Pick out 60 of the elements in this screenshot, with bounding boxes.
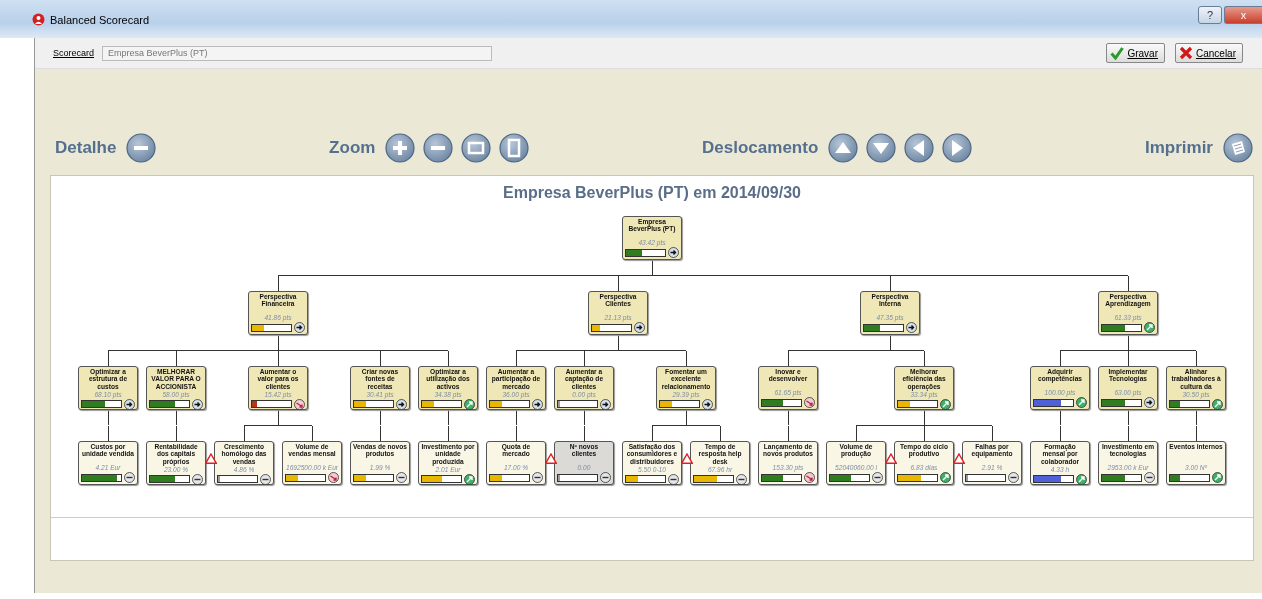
- scroll-down-button[interactable]: [866, 133, 897, 163]
- toolbar-label: Deslocamento: [702, 138, 819, 158]
- scroll-left-button[interactable]: [904, 133, 935, 163]
- toolbar-label: Detalhe: [55, 138, 117, 158]
- minus-icon: [396, 472, 407, 483]
- minus-icon: [1144, 472, 1155, 483]
- help-button[interactable]: ?: [1198, 6, 1222, 24]
- save-button[interactable]: Gravar: [1106, 43, 1165, 63]
- minus-icon: [260, 473, 271, 485]
- arrow-up-right-icon: [464, 473, 475, 485]
- cancel-button[interactable]: Cancelar: [1174, 43, 1243, 63]
- arrow-right-icon: [192, 398, 203, 410]
- print-button[interactable]: [1223, 133, 1253, 163]
- fit-width-button[interactable]: [461, 133, 492, 163]
- window-title: Balanced Scorecard: [50, 13, 150, 26]
- arrow-right-icon: [124, 398, 135, 410]
- minus-icon: [124, 472, 135, 483]
- minus-icon: [736, 473, 747, 485]
- arrow-right-icon: [668, 247, 679, 258]
- arrow-right-icon: [532, 398, 543, 410]
- arrow-right-icon: [294, 322, 305, 333]
- arrow-up-right-icon: [940, 398, 951, 410]
- arrow-up-right-icon: [1212, 398, 1223, 410]
- arrow-down-right-icon: [804, 472, 815, 483]
- arrow-down-right-icon: [328, 472, 339, 483]
- arrow-up-right-icon: [464, 398, 475, 410]
- check-icon: [1110, 46, 1125, 60]
- toolbar-label: Zoom: [329, 138, 376, 158]
- scorecard-field[interactable]: Empresa BeverPlus (PT): [102, 45, 493, 61]
- map-title: Empresa BeverPlus (PT) em 2014/09/30: [502, 183, 802, 203]
- arrow-right-icon: [396, 398, 407, 410]
- scroll-right-button[interactable]: [942, 133, 973, 163]
- close-icon: [1178, 46, 1193, 60]
- minus-icon: [532, 472, 543, 483]
- arrow-right-icon: [1144, 397, 1155, 408]
- app-icon: [32, 13, 45, 26]
- fit-height-button[interactable]: [499, 133, 530, 163]
- zoom-in-button[interactable]: [385, 133, 416, 163]
- minus-icon: [192, 473, 203, 485]
- minus-icon: [668, 473, 679, 485]
- arrow-down-right-icon: [804, 397, 815, 408]
- arrow-up-right-icon: [1144, 322, 1155, 333]
- arrow-right-icon: [600, 398, 611, 410]
- arrow-right-icon: [634, 322, 645, 333]
- arrow-up-right-icon: [940, 472, 951, 483]
- close-button[interactable]: x: [1224, 6, 1262, 24]
- minus-icon: [872, 472, 883, 483]
- arrow-up-right-icon: [1076, 397, 1087, 408]
- arrow-up-right-icon: [1212, 472, 1223, 483]
- minus-icon: [600, 472, 611, 483]
- scorecard-label: Scorecard: [53, 48, 95, 58]
- zoom-out-button[interactable]: [423, 133, 454, 163]
- arrow-right-icon: [906, 322, 917, 333]
- scroll-up-button[interactable]: [828, 133, 859, 163]
- toolbar-label: Imprimir: [1144, 138, 1213, 158]
- collapse-button[interactable]: [126, 133, 157, 163]
- arrow-down-right-icon: [294, 398, 305, 410]
- arrow-right-icon: [702, 398, 713, 410]
- minus-icon: [1008, 472, 1019, 483]
- arrow-up-right-icon: [1076, 473, 1087, 485]
